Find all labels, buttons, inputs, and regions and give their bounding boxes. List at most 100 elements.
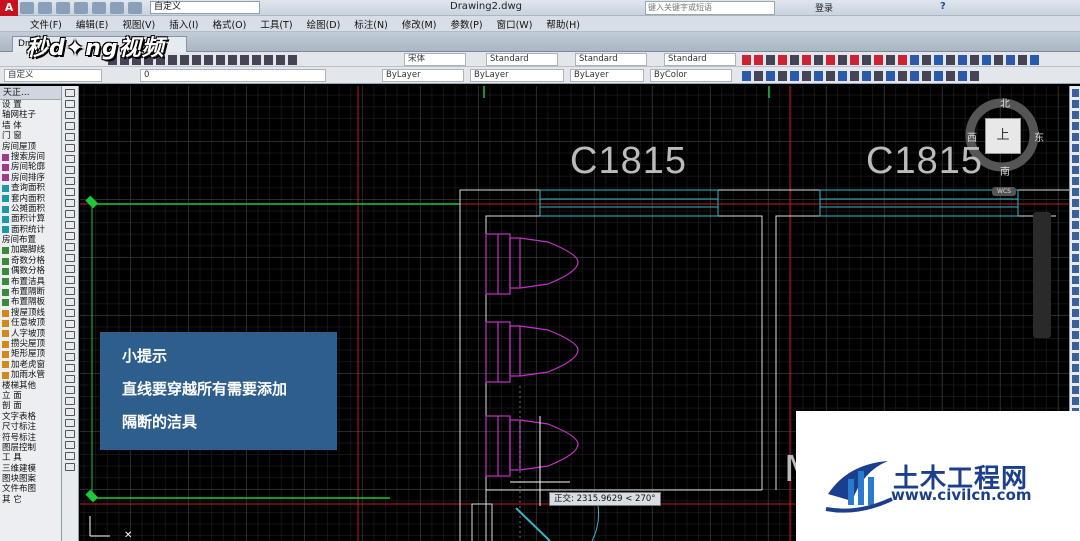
tool-icon-19[interactable] bbox=[1071, 287, 1079, 295]
panel-item[interactable]: 奇数分格 bbox=[0, 256, 61, 266]
trim-icon[interactable] bbox=[65, 397, 75, 405]
tool-icon-14[interactable] bbox=[1071, 232, 1079, 240]
dimension-tools-strip[interactable] bbox=[742, 53, 1039, 66]
table-style-select[interactable]: Standard bbox=[575, 53, 647, 66]
menu-window[interactable]: 窗口(W) bbox=[497, 17, 533, 31]
linetype-select[interactable]: ByLayer bbox=[470, 69, 564, 82]
panel-item[interactable]: 三维建模 bbox=[0, 464, 61, 474]
explode-icon[interactable] bbox=[65, 463, 75, 471]
mtext-icon[interactable] bbox=[65, 287, 75, 295]
menu-view[interactable]: 视图(V) bbox=[122, 17, 155, 31]
tool-icon-28[interactable] bbox=[1071, 386, 1079, 394]
tool-icon-3[interactable] bbox=[1071, 111, 1079, 119]
panel-item[interactable]: 房间布置 bbox=[0, 235, 61, 245]
move-icon[interactable] bbox=[65, 353, 75, 361]
menu-format[interactable]: 格式(O) bbox=[212, 17, 246, 31]
panel-item[interactable]: 面积计算 bbox=[0, 214, 61, 224]
tool-icon-1[interactable] bbox=[1071, 89, 1079, 97]
tool-icon-7[interactable] bbox=[1071, 155, 1079, 163]
scale-icon[interactable] bbox=[65, 375, 75, 383]
lineweight-select[interactable]: ByLayer bbox=[570, 69, 644, 82]
panel-item[interactable]: 人字坡顶 bbox=[0, 329, 61, 339]
point-icon[interactable] bbox=[65, 232, 75, 240]
panel-item[interactable]: 文件布图 bbox=[0, 484, 61, 494]
redo-icon[interactable] bbox=[128, 1, 142, 14]
panel-item[interactable]: 立 面 bbox=[0, 391, 61, 401]
panel-item[interactable]: 任意坡顶 bbox=[0, 318, 61, 328]
color-select[interactable]: ByLayer bbox=[382, 69, 464, 82]
break-icon[interactable] bbox=[65, 419, 75, 427]
workspace-dropdown[interactable]: 自定义 bbox=[150, 1, 260, 14]
tool-icon-20[interactable] bbox=[1071, 298, 1079, 306]
tool-icon-18[interactable] bbox=[1071, 276, 1079, 284]
extend-icon[interactable] bbox=[65, 408, 75, 416]
panel-item[interactable]: 门 窗 bbox=[0, 131, 61, 141]
rectangle-icon[interactable] bbox=[65, 133, 75, 141]
tool-icon-12[interactable] bbox=[1071, 210, 1079, 218]
array-icon[interactable] bbox=[65, 342, 75, 350]
panel-item[interactable]: 轴网柱子 bbox=[0, 110, 61, 120]
chamfer-icon[interactable] bbox=[65, 441, 75, 449]
tool-icon-29[interactable] bbox=[1071, 397, 1079, 405]
panel-header[interactable]: 天正... bbox=[0, 86, 61, 100]
wcs-menu[interactable]: WCS bbox=[992, 187, 1016, 196]
arc-icon[interactable] bbox=[65, 144, 75, 152]
panel-item[interactable]: 房间排序 bbox=[0, 173, 61, 183]
polyline-icon[interactable] bbox=[65, 111, 75, 119]
rotate-icon[interactable] bbox=[65, 364, 75, 372]
join-icon[interactable] bbox=[65, 430, 75, 438]
panel-item[interactable]: 搜索房间 bbox=[0, 152, 61, 162]
table-icon[interactable] bbox=[65, 276, 75, 284]
panel-item[interactable]: 工 具 bbox=[0, 453, 61, 463]
copy-icon[interactable] bbox=[65, 309, 75, 317]
fillet-icon[interactable] bbox=[65, 452, 75, 460]
panel-item[interactable]: 文字表格 bbox=[0, 412, 61, 422]
multileader-style-select[interactable]: Standard bbox=[664, 53, 736, 66]
tool-icon-17[interactable] bbox=[1071, 265, 1079, 273]
gradient-icon[interactable] bbox=[65, 254, 75, 262]
construction-line-icon[interactable] bbox=[65, 100, 75, 108]
tool-icon-4[interactable] bbox=[1071, 122, 1079, 130]
panel-item[interactable]: 加老虎窗 bbox=[0, 360, 61, 370]
polygon-icon[interactable] bbox=[65, 122, 75, 130]
hatch-icon[interactable] bbox=[65, 243, 75, 251]
menu-help[interactable]: 帮助(H) bbox=[546, 17, 580, 31]
panel-item[interactable]: 布置隔板 bbox=[0, 297, 61, 307]
save-icon[interactable] bbox=[56, 1, 70, 14]
panel-item[interactable]: 墙 体 bbox=[0, 121, 61, 131]
panel-item[interactable]: 其 它 bbox=[0, 495, 61, 505]
modify-erase-icon[interactable] bbox=[65, 298, 75, 306]
undo-icon[interactable] bbox=[110, 1, 124, 14]
navigation-bar[interactable] bbox=[1033, 212, 1051, 338]
panel-item[interactable]: 尺寸标注 bbox=[0, 422, 61, 432]
panel-item[interactable]: 设 置 bbox=[0, 100, 61, 110]
panel-item[interactable]: 套内面积 bbox=[0, 194, 61, 204]
tool-icon-15[interactable] bbox=[1071, 243, 1079, 251]
panel-item[interactable]: 公摊面积 bbox=[0, 204, 61, 214]
tool-icon-27[interactable] bbox=[1071, 375, 1079, 383]
panel-item[interactable]: 加踢脚线 bbox=[0, 245, 61, 255]
ellipse-icon[interactable] bbox=[65, 188, 75, 196]
panel-item[interactable]: 查询面积 bbox=[0, 183, 61, 193]
spline-icon[interactable] bbox=[65, 177, 75, 185]
tool-icon-24[interactable] bbox=[1071, 342, 1079, 350]
panel-item[interactable]: 布置洁具 bbox=[0, 277, 61, 287]
tool-icon-26[interactable] bbox=[1071, 364, 1079, 372]
help-button[interactable]: ? bbox=[940, 1, 946, 12]
menu-tools[interactable]: 工具(T) bbox=[260, 17, 292, 31]
dim-style-select[interactable]: Standard bbox=[486, 53, 558, 66]
menu-insert[interactable]: 插入(I) bbox=[169, 17, 198, 31]
panel-item[interactable]: 矩形屋顶 bbox=[0, 349, 61, 359]
panel-item[interactable]: 楼梯其他 bbox=[0, 381, 61, 391]
menu-edit[interactable]: 编辑(E) bbox=[76, 17, 108, 31]
menu-parametric[interactable]: 参数(P) bbox=[450, 17, 482, 31]
compass-north-label[interactable]: 北 bbox=[1000, 95, 1010, 110]
print-icon[interactable] bbox=[92, 1, 106, 14]
tool-icon-21[interactable] bbox=[1071, 309, 1079, 317]
compass-south-label[interactable]: 南 bbox=[1000, 163, 1010, 178]
panel-item[interactable]: 面积统计 bbox=[0, 225, 61, 235]
menu-file[interactable]: 文件(F) bbox=[30, 17, 62, 31]
panel-item[interactable]: 符号标注 bbox=[0, 433, 61, 443]
new-file-icon[interactable] bbox=[20, 1, 34, 14]
menu-modify[interactable]: 修改(M) bbox=[402, 17, 437, 31]
